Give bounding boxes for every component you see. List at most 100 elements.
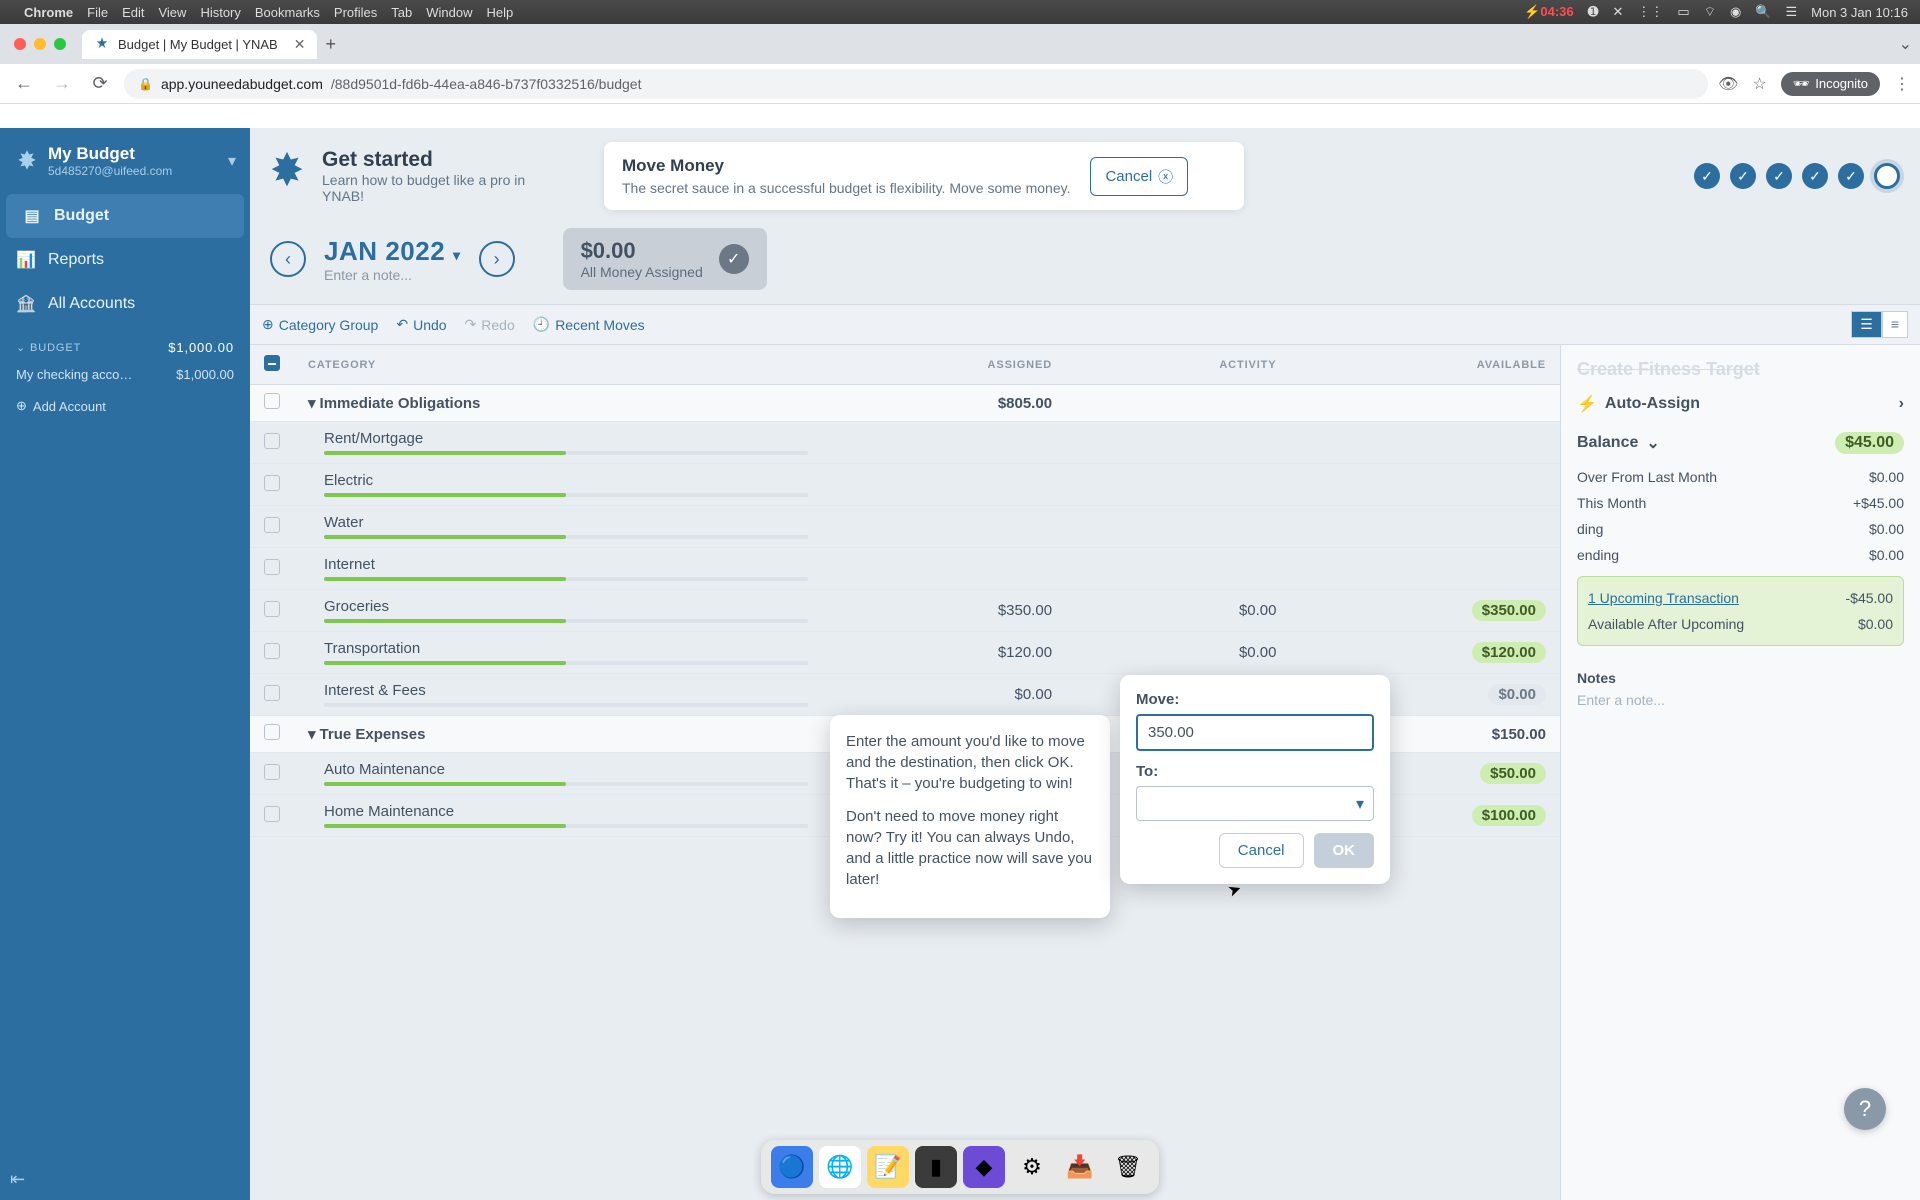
menu-tab[interactable]: Tab [391,5,412,20]
category-row[interactable]: Rent/Mortgage [250,422,1560,464]
bookmark-star-icon[interactable]: ☆ [1752,74,1766,94]
menu-window[interactable]: Window [426,5,472,20]
eye-off-icon[interactable]: 👁 [1718,74,1738,94]
row-checkbox[interactable] [264,559,280,575]
status-icon[interactable]: ⋮⋮ [1637,4,1663,20]
step-done-icon[interactable]: ✓ [1766,163,1792,189]
close-tab-icon[interactable]: ✕ [294,36,306,53]
undo-button[interactable]: ↶ Undo [396,316,446,333]
upcoming-link[interactable]: 1 Upcoming Transaction [1588,590,1739,606]
row-checkbox[interactable] [264,517,280,533]
sidebar-item-accounts[interactable]: 🏦 All Accounts [0,282,250,326]
wifi-icon[interactable]: ⌔ [1704,4,1716,20]
category-group-row[interactable]: ▾Immediate Obligations $805.00 [250,385,1560,422]
browser-tab[interactable]: Budget | My Budget | YNAB ✕ [82,30,317,59]
category-row[interactable]: Internet [250,548,1560,590]
budget-switcher[interactable]: My Budget 5d485270@uifeed.com ▾ [0,128,250,188]
close-window-button[interactable] [14,38,26,50]
available-pill[interactable]: $0.00 [1488,684,1546,705]
row-checkbox[interactable] [264,643,280,659]
collapse-sidebar-button[interactable]: ⇤ [0,1159,250,1200]
row-checkbox[interactable] [264,433,280,449]
menu-file[interactable]: File [87,5,108,20]
sidebar-item-budget[interactable]: ▤ Budget [6,194,244,238]
month-label[interactable]: JAN 2022 ▾ [324,236,461,267]
sidebar-account[interactable]: My checking acco… $1,000.00 [0,361,250,388]
sidebar-section-budget[interactable]: ⌄ BUDGET $1,000.00 [0,326,250,361]
control-icon[interactable]: ☰ [1785,4,1797,20]
row-checkbox[interactable] [264,685,280,701]
auto-assign-button[interactable]: ⚡ Auto-Assign › [1577,394,1904,414]
move-amount-input[interactable] [1136,714,1374,751]
menu-bookmarks[interactable]: Bookmarks [255,5,320,20]
help-button[interactable]: ? [1844,1088,1886,1130]
available-pill[interactable]: $350.00 [1472,600,1546,621]
add-account-button[interactable]: ⊕ Add Account [16,398,234,414]
dock-downloads-icon[interactable]: 📥 [1059,1146,1101,1188]
menu-profiles[interactable]: Profiles [334,5,377,20]
group-checkbox[interactable] [264,393,280,409]
move-to-select[interactable] [1136,786,1374,821]
battery-icon[interactable]: ⚡04:36 [1524,4,1573,20]
control-center-icon[interactable]: ◉ [1730,4,1741,20]
dock-terminal-icon[interactable]: ▮ [915,1146,957,1188]
category-row[interactable]: Transportation $120.00 $0.00 $120.00 [250,632,1560,674]
notes-input[interactable]: Enter a note... [1577,692,1904,708]
step-done-icon[interactable]: ✓ [1838,163,1864,189]
next-month-button[interactable]: › [479,241,515,277]
group-checkbox[interactable] [264,724,280,740]
available-pill[interactable]: $100.00 [1472,805,1546,826]
safari-status-icon[interactable]: ➊ [1588,4,1599,20]
spotlight-icon[interactable]: 🔍 [1755,4,1771,20]
month-note-input[interactable]: Enter a note... [324,267,461,283]
step-done-icon[interactable]: ✓ [1802,163,1828,189]
step-done-icon[interactable]: ✓ [1730,163,1756,189]
recent-moves-button[interactable]: 🕘 Recent Moves [533,316,645,333]
tab-dropdown-icon[interactable]: ⌄ [1899,34,1912,54]
back-button[interactable]: ← [10,73,38,94]
to-be-assigned[interactable]: $0.00 All Money Assigned ✓ [563,228,767,290]
move-cancel-button[interactable]: Cancel [1219,833,1304,868]
menubar-clock[interactable]: Mon 3 Jan 10:16 [1811,5,1908,20]
select-all-checkbox[interactable] [264,355,280,371]
sidebar-item-reports[interactable]: 📊 Reports [0,238,250,282]
view-detailed-button[interactable]: ☰ [1851,311,1882,338]
row-checkbox[interactable] [264,764,280,780]
row-checkbox[interactable] [264,806,280,822]
url-input[interactable]: 🔒 app.youneedabudget.com/88d9501d-fd6b-4… [124,69,1708,99]
category-row[interactable]: Electric [250,464,1560,506]
add-category-group-button[interactable]: ⊕ Category Group [262,316,378,333]
row-checkbox[interactable] [264,475,280,491]
available-balance-row[interactable]: Balance ⌄ $45.00 [1577,432,1904,454]
category-row[interactable]: Groceries $350.00 $0.00 $350.00 [250,590,1560,632]
new-tab-button[interactable]: + [325,34,336,55]
reload-button[interactable]: ⟳ [86,73,114,94]
view-compact-button[interactable]: ≡ [1882,311,1908,338]
menu-help[interactable]: Help [487,5,514,20]
chrome-menu-icon[interactable]: ⋮ [1894,74,1910,94]
menu-history[interactable]: History [200,5,240,20]
dock-app-icon[interactable]: ◆ [963,1146,1005,1188]
dock-trash-icon[interactable]: 🗑 [1107,1146,1149,1188]
maximize-window-button[interactable] [54,38,66,50]
available-pill[interactable]: $120.00 [1472,642,1546,663]
category-row[interactable]: Water [250,506,1560,548]
incognito-badge[interactable]: 🕶 Incognito [1781,72,1880,96]
move-money-cancel-button[interactable]: Cancel ⓧ [1090,157,1188,196]
step-current-icon[interactable] [1874,163,1900,189]
prev-month-button[interactable]: ‹ [270,241,306,277]
status-icon[interactable]: ✕ [1613,4,1624,20]
step-done-icon[interactable]: ✓ [1694,163,1720,189]
menu-edit[interactable]: Edit [122,5,144,20]
menu-view[interactable]: View [158,5,186,20]
move-ok-button[interactable]: OK [1314,833,1375,868]
row-checkbox[interactable] [264,601,280,617]
dock-chrome-icon[interactable]: 🌐 [819,1146,861,1188]
dock-notes-icon[interactable]: 📝 [867,1146,909,1188]
menubar-app-name[interactable]: Chrome [24,5,73,20]
available-pill[interactable]: $50.00 [1480,763,1546,784]
dock-finder-icon[interactable]: 🔵 [771,1146,813,1188]
minimize-window-button[interactable] [34,38,46,50]
dock-settings-icon[interactable]: ⚙ [1011,1146,1053,1188]
battery-status-icon[interactable]: ▭ [1677,4,1689,20]
